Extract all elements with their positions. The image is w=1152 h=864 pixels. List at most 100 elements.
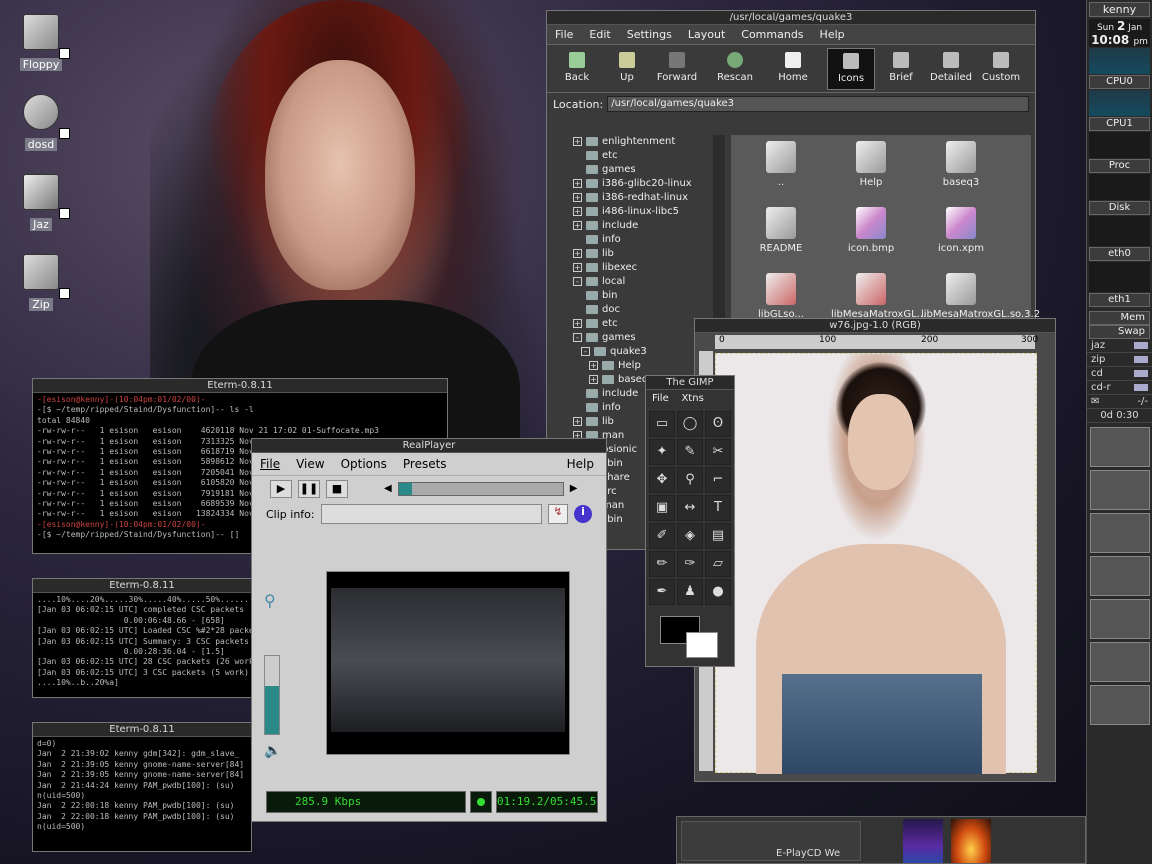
- rp-menu-file[interactable]: File: [260, 453, 280, 475]
- gradient-icon[interactable]: ▤: [705, 523, 731, 549]
- transform-icon[interactable]: ▣: [649, 495, 675, 521]
- file-item[interactable]: ..: [741, 141, 821, 188]
- pager-desktop[interactable]: [1089, 599, 1150, 639]
- rect-select-icon[interactable]: ▭: [649, 411, 675, 437]
- eterm-title[interactable]: Eterm-0.8.11: [33, 579, 251, 593]
- ellipse-select-icon[interactable]: ◯: [677, 411, 703, 437]
- link-icon[interactable]: ↯: [548, 504, 568, 524]
- location-input[interactable]: /usr/local/games/quake3: [607, 96, 1029, 112]
- flip-icon[interactable]: ↔: [677, 495, 703, 521]
- tree-item[interactable]: + Help: [573, 359, 711, 373]
- mount-cd[interactable]: cd: [1087, 367, 1152, 381]
- seek-back-icon[interactable]: ◀: [384, 483, 392, 494]
- tree-item[interactable]: - quake3: [573, 345, 711, 359]
- forward-button[interactable]: Forward: [653, 48, 701, 90]
- speaker-icon[interactable]: 🔈: [264, 743, 281, 759]
- rp-menu-presets[interactable]: Presets: [403, 453, 447, 475]
- image-canvas[interactable]: [715, 353, 1037, 774]
- menu-help[interactable]: Help: [820, 25, 845, 45]
- file-item[interactable]: libMesaMatroxGL.so.3.2: [921, 273, 1040, 320]
- eraser-icon[interactable]: ▱: [705, 551, 731, 577]
- tree-item[interactable]: + i386-redhat-linux: [573, 191, 711, 205]
- tree-item[interactable]: doc: [573, 303, 711, 317]
- pager-desktop[interactable]: [1089, 513, 1150, 553]
- desktop-icon-zip[interactable]: Zip: [18, 254, 70, 311]
- lasso-icon[interactable]: ʘ: [705, 411, 731, 437]
- gimp-menu-xtns[interactable]: Xtns: [681, 393, 703, 404]
- mount-zip[interactable]: zip: [1087, 353, 1152, 367]
- up-button[interactable]: Up: [603, 48, 651, 90]
- file-manager-title[interactable]: /usr/local/games/quake3: [547, 11, 1035, 25]
- gimp-title[interactable]: The GIMP: [646, 376, 734, 390]
- file-item[interactable]: icon.bmp: [831, 207, 911, 254]
- eterm-title[interactable]: Eterm-0.8.11: [33, 723, 251, 737]
- file-item[interactable]: baseq3: [921, 141, 1001, 188]
- realplayer-window[interactable]: RealPlayer File View Options Presets Help ▶ ❚…: [251, 438, 607, 822]
- bucket-fill-icon[interactable]: ◈: [677, 523, 703, 549]
- pager-desktop[interactable]: [1089, 556, 1150, 596]
- custom-view-button[interactable]: Custom: [977, 48, 1025, 90]
- clone-icon[interactable]: ♟: [677, 579, 703, 605]
- gimp-image-window[interactable]: w76.jpg-1.0 (RGB) 0 100 200 300: [694, 318, 1056, 782]
- file-item[interactable]: libMesaMatroxGL...: [831, 273, 926, 320]
- menu-layout[interactable]: Layout: [688, 25, 725, 45]
- rp-menu-view[interactable]: View: [296, 453, 324, 475]
- scissors-icon[interactable]: ✂: [705, 439, 731, 465]
- gimp-toolbox[interactable]: The GIMP File Xtns ▭ ◯ ʘ ✦ ✎ ✂ ✥ ⚲ ⌐ ▣ ↔ T ✐ ◈ ▤ ✏…: [645, 375, 735, 667]
- fire-applet[interactable]: [951, 819, 991, 863]
- background-color[interactable]: [686, 632, 718, 658]
- pager-desktop[interactable]: [1089, 427, 1150, 467]
- zoom-icon[interactable]: ⚲: [677, 467, 703, 493]
- tree-item[interactable]: + enlightenment: [573, 135, 711, 149]
- desktop-icon-dosd[interactable]: dosd: [18, 94, 70, 151]
- eterm-title[interactable]: Eterm-0.8.11: [33, 379, 447, 393]
- bezier-icon[interactable]: ✎: [677, 439, 703, 465]
- tree-item[interactable]: games: [573, 163, 711, 177]
- terminal-output[interactable]: d=0) Jan 2 21:39:02 kenny gdm[342]: gdm_s…: [33, 737, 251, 851]
- tree-item[interactable]: - games: [573, 331, 711, 345]
- tree-item[interactable]: bin: [573, 289, 711, 303]
- menu-file[interactable]: File: [555, 25, 573, 45]
- mail-monitor[interactable]: ✉ -/-: [1087, 395, 1152, 409]
- pager-desktop[interactable]: [1089, 470, 1150, 510]
- mount-cdr[interactable]: cd-r: [1087, 381, 1152, 395]
- color-picker-icon[interactable]: ✐: [649, 523, 675, 549]
- tree-item[interactable]: + i386-glibc20-linux: [573, 177, 711, 191]
- airbrush-icon[interactable]: ✒: [649, 579, 675, 605]
- tree-item[interactable]: + include: [573, 219, 711, 233]
- pager-desktop[interactable]: [1089, 685, 1150, 725]
- info-icon[interactable]: i: [574, 505, 592, 523]
- file-item[interactable]: Help: [831, 141, 911, 188]
- visualizer-applet[interactable]: [903, 819, 943, 863]
- cd-player-applet[interactable]: E-PlayCD We: [681, 821, 861, 861]
- magic-wand-icon[interactable]: ✦: [649, 439, 675, 465]
- crop-icon[interactable]: ⌐: [705, 467, 731, 493]
- home-button[interactable]: Home: [769, 48, 817, 90]
- tree-item[interactable]: + etc: [573, 317, 711, 331]
- brief-view-button[interactable]: Brief: [877, 48, 925, 90]
- file-item[interactable]: icon.xpm: [921, 207, 1001, 254]
- pause-button[interactable]: ❚❚: [298, 479, 320, 498]
- eterm-window-log[interactable]: Eterm-0.8.11 d=0) Jan 2 21:39:02 kenny gd…: [32, 722, 252, 852]
- move-icon[interactable]: ✥: [649, 467, 675, 493]
- stop-button[interactable]: ■: [326, 479, 348, 498]
- detailed-view-button[interactable]: Detailed: [927, 48, 975, 90]
- rp-menu-options[interactable]: Options: [341, 453, 387, 475]
- tree-item[interactable]: + libexec: [573, 261, 711, 275]
- tree-item[interactable]: + i486-linux-libc5: [573, 205, 711, 219]
- image-window-title[interactable]: w76.jpg-1.0 (RGB): [695, 319, 1055, 333]
- menu-commands[interactable]: Commands: [741, 25, 803, 45]
- menu-edit[interactable]: Edit: [589, 25, 610, 45]
- pager-desktop[interactable]: [1089, 642, 1150, 682]
- blur-icon[interactable]: ●: [705, 579, 731, 605]
- menu-settings[interactable]: Settings: [627, 25, 672, 45]
- volume-slider[interactable]: [264, 655, 280, 735]
- eterm-window-progress[interactable]: Eterm-0.8.11 ....10%....20%.....30%.....…: [32, 578, 252, 698]
- play-button[interactable]: ▶: [270, 479, 292, 498]
- icons-view-button[interactable]: Icons: [827, 48, 875, 90]
- pencil-icon[interactable]: ✏: [649, 551, 675, 577]
- video-area[interactable]: [326, 571, 570, 755]
- desktop-icon-floppy[interactable]: Floppy: [18, 14, 70, 71]
- file-item[interactable]: README: [741, 207, 821, 254]
- paintbrush-icon[interactable]: ✑: [677, 551, 703, 577]
